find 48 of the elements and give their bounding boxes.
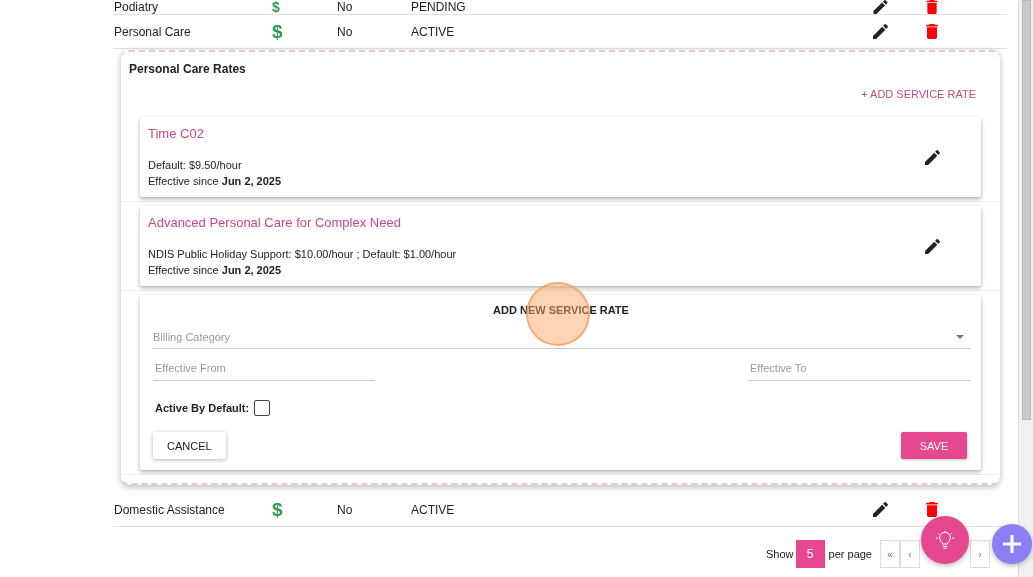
page-nav-button[interactable]: ‹ — [900, 540, 920, 568]
table-cell: No — [337, 24, 353, 39]
service-name: Domestic Assistance — [113, 502, 225, 517]
scrollbar-thumb[interactable] — [1021, 0, 1031, 420]
status-text: ACTIVE — [411, 502, 455, 517]
trash-icon[interactable] — [926, 502, 938, 517]
page-size-select[interactable]: 5 — [795, 540, 825, 568]
add-service-rate-link[interactable]: + ADD SERVICE RATE — [861, 87, 976, 101]
dollar-sign: $ — [272, 499, 283, 520]
pencil-icon[interactable] — [872, 502, 888, 517]
table-cell: No — [337, 502, 353, 517]
rate-name: Advanced Personal Care for Complex Need — [148, 214, 401, 232]
form-heading: ADD NEW SERVICE RATE — [493, 303, 629, 317]
lightbulb-icon — [935, 530, 955, 550]
trash-icon[interactable] — [926, 0, 938, 14]
lightbulb-button[interactable] — [921, 516, 969, 564]
caret-icon[interactable] — [956, 335, 964, 339]
status-text: PENDING — [411, 0, 466, 14]
pencil-icon[interactable] — [872, 24, 888, 39]
effective-date: Effective since Jun 2, 2025 — [148, 263, 282, 278]
service-name: Personal Care — [113, 24, 191, 39]
rate-pricing: NDIS Public Holiday Support: $10.00/hour ; Default: $1.00/hour — [148, 247, 457, 262]
page-nav-button[interactable]: « — [880, 540, 900, 568]
rate-name: Time C02 — [148, 125, 204, 143]
checkbox[interactable] — [254, 400, 271, 416]
pencil-icon[interactable] — [925, 238, 940, 254]
pencil-icon[interactable] — [925, 149, 940, 165]
table-cell: No — [337, 0, 353, 14]
effective-to-field[interactable]: Effective To — [748, 355, 970, 381]
show-label: Show — [766, 548, 794, 560]
add-button[interactable] — [992, 524, 1032, 564]
billing-category-select[interactable]: Billing Category — [153, 327, 952, 347]
status-text: ACTIVE — [411, 24, 455, 39]
rate-pricing: Default: $9.50/hour — [148, 158, 242, 173]
checkbox-label: Active By Default: — [155, 402, 250, 414]
cancel-button[interactable]: CANCEL — [153, 432, 226, 459]
effective-date: Effective since Jun 2, 2025 — [148, 174, 282, 189]
pencil-icon[interactable] — [872, 0, 888, 14]
panel-title: Personal Care Rates — [128, 61, 246, 77]
dollar-sign: $ — [272, 21, 283, 42]
per-page-label: per page — [828, 548, 872, 560]
plus-icon — [1002, 534, 1022, 554]
save-button[interactable]: SAVE — [901, 432, 967, 459]
page-nav-button[interactable]: › — [970, 540, 990, 568]
trash-icon[interactable] — [926, 24, 938, 39]
dollar-sign: $ — [272, 0, 280, 14]
service-name: Podiatry — [113, 0, 159, 14]
effective-from-field[interactable]: Effective From — [153, 355, 375, 381]
